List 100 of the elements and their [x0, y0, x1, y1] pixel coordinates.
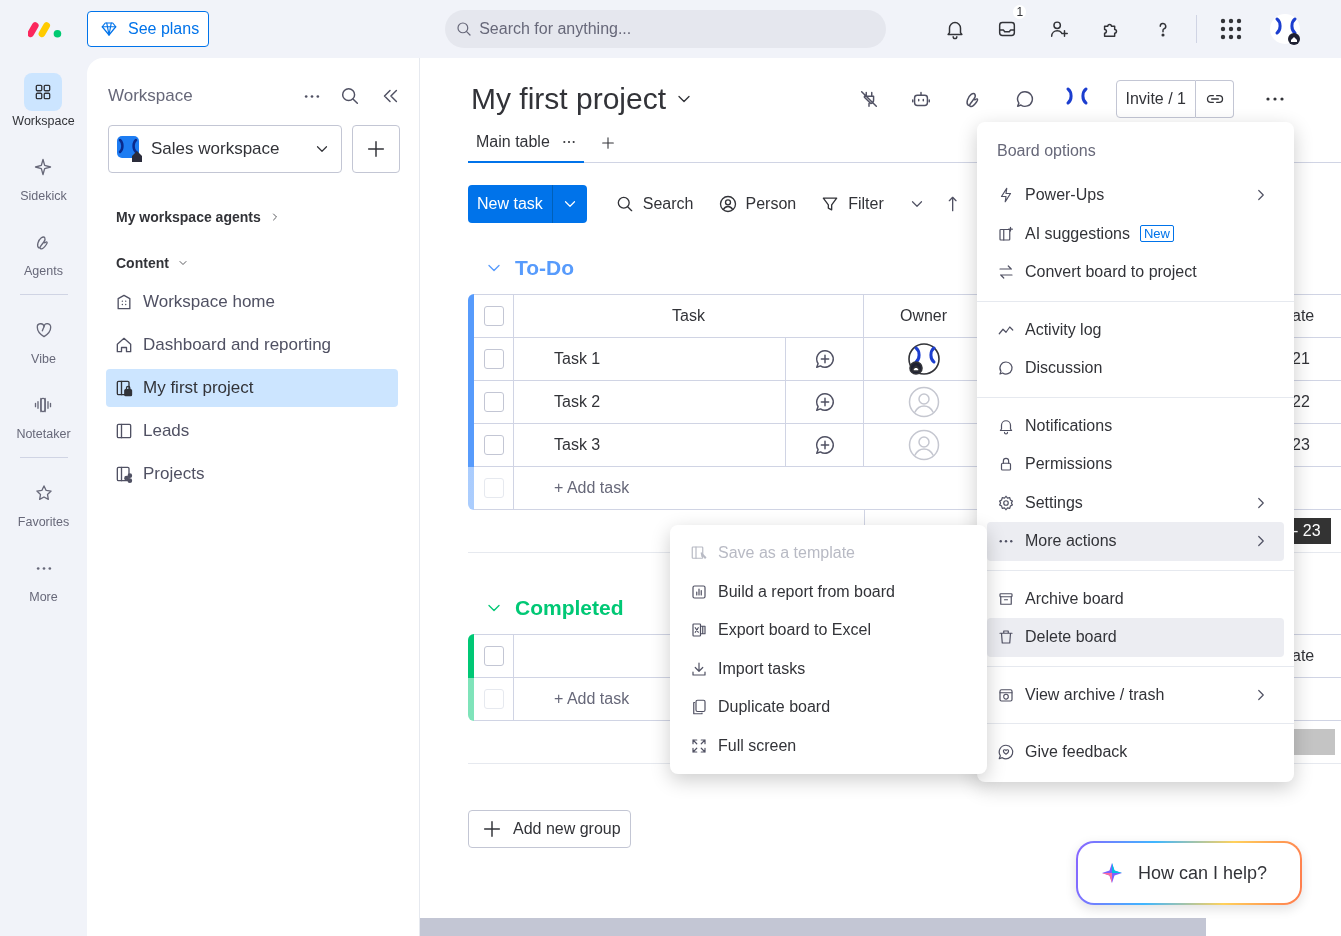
search-field[interactable]: Search for anything... [445, 10, 887, 48]
star-icon [33, 483, 54, 503]
board-icon [114, 421, 134, 441]
menu-item[interactable]: Build a report from board [680, 572, 977, 611]
sparkle-icon [33, 157, 54, 177]
menu-item[interactable]: Activity log [987, 310, 1284, 349]
house-icon [114, 335, 134, 355]
see-plans-button[interactable]: See plans [87, 11, 210, 47]
menu-item[interactable]: AI suggestions New [987, 214, 1284, 253]
shared-board-icon [114, 464, 134, 484]
user-avatar[interactable] [1269, 13, 1302, 45]
rail-item[interactable]: More [24, 549, 63, 604]
panel-title: Workspace [108, 86, 194, 106]
menu-item[interactable]: View archive / trash [987, 675, 1284, 714]
rail-label: More [29, 590, 58, 604]
checkbox[interactable] [483, 646, 504, 666]
rail-item[interactable]: Workspace [12, 73, 75, 128]
panel-item[interactable]: Leads [106, 412, 398, 450]
menu-item[interactable]: Full screen [680, 726, 977, 765]
checkbox[interactable] [483, 349, 504, 369]
fullscreen-icon [690, 736, 708, 755]
add-comment-icon[interactable] [813, 391, 836, 413]
inbox-count: 1 [1013, 5, 1027, 19]
invite-person-icon[interactable] [1048, 18, 1071, 40]
menu-item: Save as a template [680, 534, 977, 573]
assistant-button[interactable]: How can I help? [1076, 841, 1302, 905]
menu-item[interactable]: Duplicate board [680, 688, 977, 727]
more-icon[interactable] [1264, 96, 1286, 102]
board-title[interactable]: My first project [471, 82, 858, 116]
rail-item[interactable]: Vibe [24, 311, 63, 366]
new-task-button[interactable]: New task [468, 185, 553, 223]
trash-icon [997, 628, 1015, 647]
agents-link[interactable]: My workspace agents [116, 209, 281, 225]
person-icon [717, 194, 738, 214]
menu-item[interactable]: Discussion [987, 349, 1284, 388]
toolbar-button[interactable]: Search [614, 194, 694, 214]
rail-item[interactable]: Notetaker [16, 386, 71, 441]
rail-label: Agents [24, 264, 63, 278]
swap-icon [997, 263, 1015, 282]
menu-item[interactable]: Export board to Excel [680, 611, 977, 650]
apps-icon[interactable] [1219, 17, 1244, 41]
rail-label: Vibe [31, 352, 56, 366]
horizontal-scrollbar[interactable] [420, 918, 1206, 936]
more-icon [34, 565, 53, 571]
menu-item[interactable]: Settings [987, 483, 1284, 522]
panel-item[interactable]: My first project [106, 369, 398, 407]
chat-icon [997, 359, 1015, 378]
more-icon [998, 539, 1014, 544]
add-comment-icon[interactable] [813, 434, 836, 456]
panel-item[interactable]: Workspace home [106, 283, 398, 321]
add-group-button[interactable]: Add new group [468, 810, 631, 848]
toolbar-button[interactable]: Person [717, 194, 797, 214]
feedback-icon [997, 743, 1015, 762]
menu-item[interactable]: Power-Ups [987, 176, 1284, 215]
panel-item[interactable]: Projects [106, 455, 398, 493]
copy-link-button[interactable] [1196, 80, 1234, 118]
rail-item[interactable]: Favorites [17, 474, 70, 529]
add-comment-icon[interactable] [813, 348, 836, 370]
task-name[interactable]: Task 1 [514, 338, 786, 380]
add-view-icon[interactable] [599, 135, 616, 151]
checkbox[interactable] [483, 306, 504, 326]
add-button[interactable] [352, 125, 400, 173]
panel-item[interactable]: Dashboard and reporting [106, 326, 398, 364]
view-tab[interactable]: Main table [468, 123, 584, 163]
diamond-icon [100, 20, 118, 38]
column-header: Task [514, 295, 864, 337]
menu-title: Board options [996, 142, 1097, 160]
menu-item[interactable]: Give feedback [987, 733, 1284, 772]
more-icon[interactable] [561, 140, 576, 144]
rail-label: Favorites [17, 515, 70, 529]
rail-item[interactable]: Agents [24, 223, 63, 278]
rail-label: Sidekick [20, 189, 67, 203]
toolbar-button[interactable]: Filter [820, 194, 884, 214]
plus-icon [365, 138, 387, 160]
user-avatar[interactable] [907, 343, 940, 375]
menu-item[interactable]: Notifications [987, 406, 1284, 445]
menu-item[interactable]: More actions [987, 522, 1284, 561]
task-name[interactable]: Task 3 [514, 424, 786, 466]
menu-item[interactable]: Convert board to project [987, 253, 1284, 292]
task-name[interactable]: Task 2 [514, 381, 786, 423]
more-icon[interactable] [303, 93, 321, 99]
checkbox[interactable] [483, 435, 504, 455]
report-icon [690, 582, 708, 601]
rail-item[interactable]: Sidekick [20, 148, 67, 203]
menu-item[interactable]: Archive board [987, 579, 1284, 618]
workspace-icon [117, 136, 143, 162]
menu-item[interactable]: Import tasks [680, 649, 977, 688]
ai-board-icon [997, 224, 1015, 243]
new-badge: New [1139, 225, 1174, 243]
section-toggle[interactable]: Content [116, 255, 189, 271]
menu-item[interactable]: Delete board [987, 618, 1284, 657]
checkbox[interactable] [483, 392, 504, 412]
workspace-dropdown[interactable]: Sales workspace [108, 125, 342, 173]
locked-board-icon [114, 378, 134, 398]
duplicate-icon [690, 698, 708, 717]
search-icon[interactable] [339, 85, 361, 107]
rail-label: Workspace [12, 114, 75, 128]
menu-item[interactable]: Permissions [987, 445, 1284, 484]
invite-button[interactable]: Invite / 1 [1115, 80, 1196, 118]
settings-icon [997, 493, 1015, 512]
